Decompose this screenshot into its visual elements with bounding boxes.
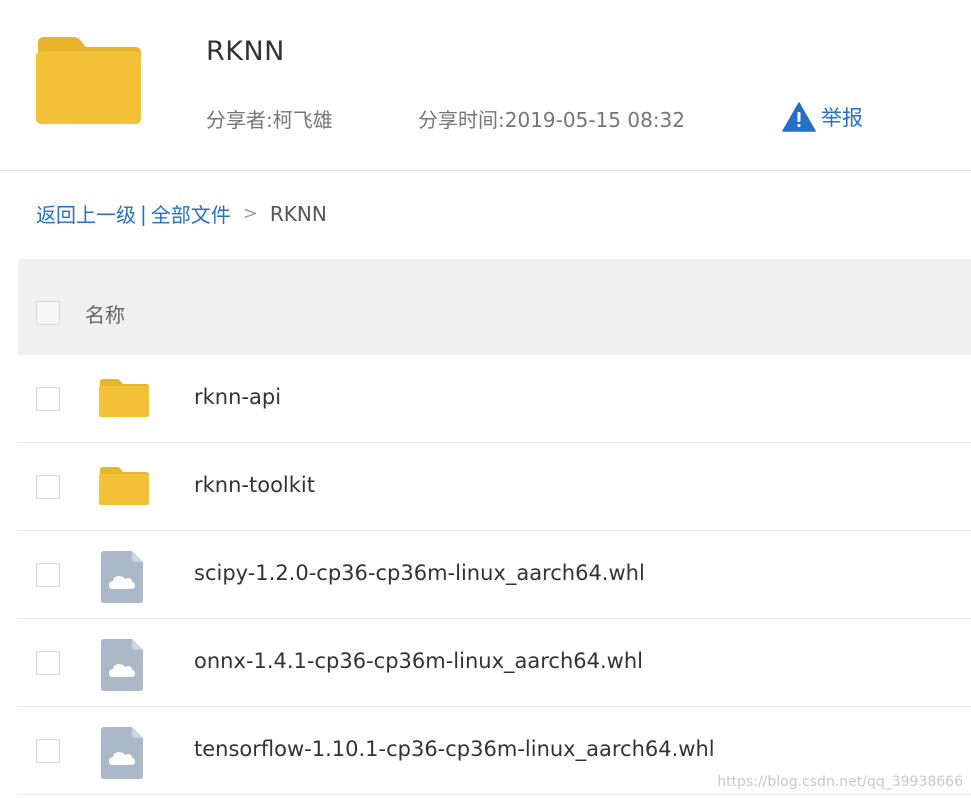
back-link[interactable]: 返回上一级 [36, 199, 136, 228]
column-name-header[interactable]: 名称 [85, 299, 125, 328]
all-files-link[interactable]: 全部文件 [151, 199, 231, 228]
folder-icon [36, 37, 141, 124]
share-time-info: 分享时间:2019-05-15 08:32 [418, 104, 685, 133]
sharer-info: 分享者:柯飞雄 [206, 104, 333, 133]
cloud-file-icon [101, 639, 143, 691]
breadcrumb-current: RKNN [269, 201, 327, 226]
sharer-name: 柯飞雄 [272, 108, 333, 132]
row-checkbox[interactable] [36, 739, 60, 763]
row-checkbox[interactable] [36, 563, 60, 587]
share-time-label: 分享时间: [418, 108, 505, 132]
file-name[interactable]: tensorflow-1.10.1-cp36-cp36m-linux_aarch… [194, 737, 715, 761]
breadcrumb: 返回上一级 | 全部文件 > RKNN [36, 199, 327, 228]
select-all-checkbox[interactable] [36, 301, 60, 325]
warning-icon [782, 102, 816, 132]
file-name[interactable]: rknn-api [194, 385, 281, 409]
report-button[interactable]: 举报 [782, 102, 863, 132]
report-label: 举报 [821, 106, 863, 130]
row-checkbox[interactable] [36, 387, 60, 411]
list-item[interactable]: rknn-api [18, 355, 971, 443]
cloud-file-icon [101, 551, 143, 603]
share-header: RKNN 分享者:柯飞雄 分享时间:2019-05-15 08:32 举报 [0, 0, 971, 171]
list-item[interactable]: rknn-toolkit [18, 443, 971, 531]
page-title: RKNN [206, 36, 285, 67]
folder-icon [99, 467, 149, 505]
file-name[interactable]: scipy-1.2.0-cp36-cp36m-linux_aarch64.whl [194, 561, 645, 585]
folder-icon [99, 379, 149, 417]
breadcrumb-arrow: > [242, 203, 258, 224]
watermark: https://blog.csdn.net/qq_39938666 [717, 774, 963, 790]
file-name[interactable]: onnx-1.4.1-cp36-cp36m-linux_aarch64.whl [194, 649, 643, 673]
share-time-value: 2019-05-15 08:32 [504, 108, 685, 132]
row-checkbox[interactable] [36, 475, 60, 499]
breadcrumb-separator: | [140, 201, 147, 226]
row-checkbox[interactable] [36, 651, 60, 675]
sharer-label: 分享者: [206, 108, 273, 132]
list-item[interactable]: onnx-1.4.1-cp36-cp36m-linux_aarch64.whl [18, 619, 971, 707]
share-page: RKNN 分享者:柯飞雄 分享时间:2019-05-15 08:32 举报 返回… [0, 0, 971, 798]
list-item[interactable]: scipy-1.2.0-cp36-cp36m-linux_aarch64.whl [18, 531, 971, 619]
list-header: 名称 [18, 259, 971, 355]
file-name[interactable]: rknn-toolkit [194, 473, 315, 497]
cloud-file-icon [101, 727, 143, 779]
